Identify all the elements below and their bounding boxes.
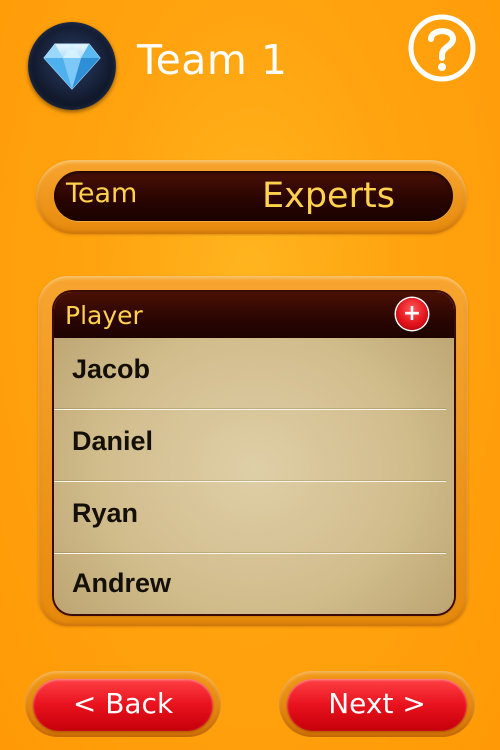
player-header-label: Player [65, 301, 143, 330]
player-name: Andrew [72, 568, 172, 598]
question-mark-icon[interactable] [408, 14, 476, 82]
list-item[interactable]: Ryan [54, 482, 454, 554]
player-name: Jacob [72, 354, 151, 384]
player-name: Ryan [72, 498, 139, 528]
add-player-button[interactable]: + [396, 298, 428, 330]
plus-icon: + [402, 301, 422, 326]
player-list-header: Player + [54, 292, 454, 338]
player-name: Daniel [72, 426, 154, 456]
team-name-value[interactable]: Experts [262, 176, 395, 216]
diamond-icon [43, 43, 101, 90]
team-field-label: Team [66, 178, 138, 209]
list-item[interactable]: Jacob [54, 338, 454, 410]
page-title: Team 1 [137, 36, 288, 84]
back-button[interactable]: < Back [33, 679, 213, 731]
team-avatar [28, 22, 116, 110]
player-list: Player + Jacob Daniel Ryan Andrew [54, 292, 454, 614]
list-item[interactable]: Daniel [54, 410, 454, 482]
next-button[interactable]: Next > [287, 679, 467, 731]
list-item[interactable]: Andrew [54, 552, 454, 614]
